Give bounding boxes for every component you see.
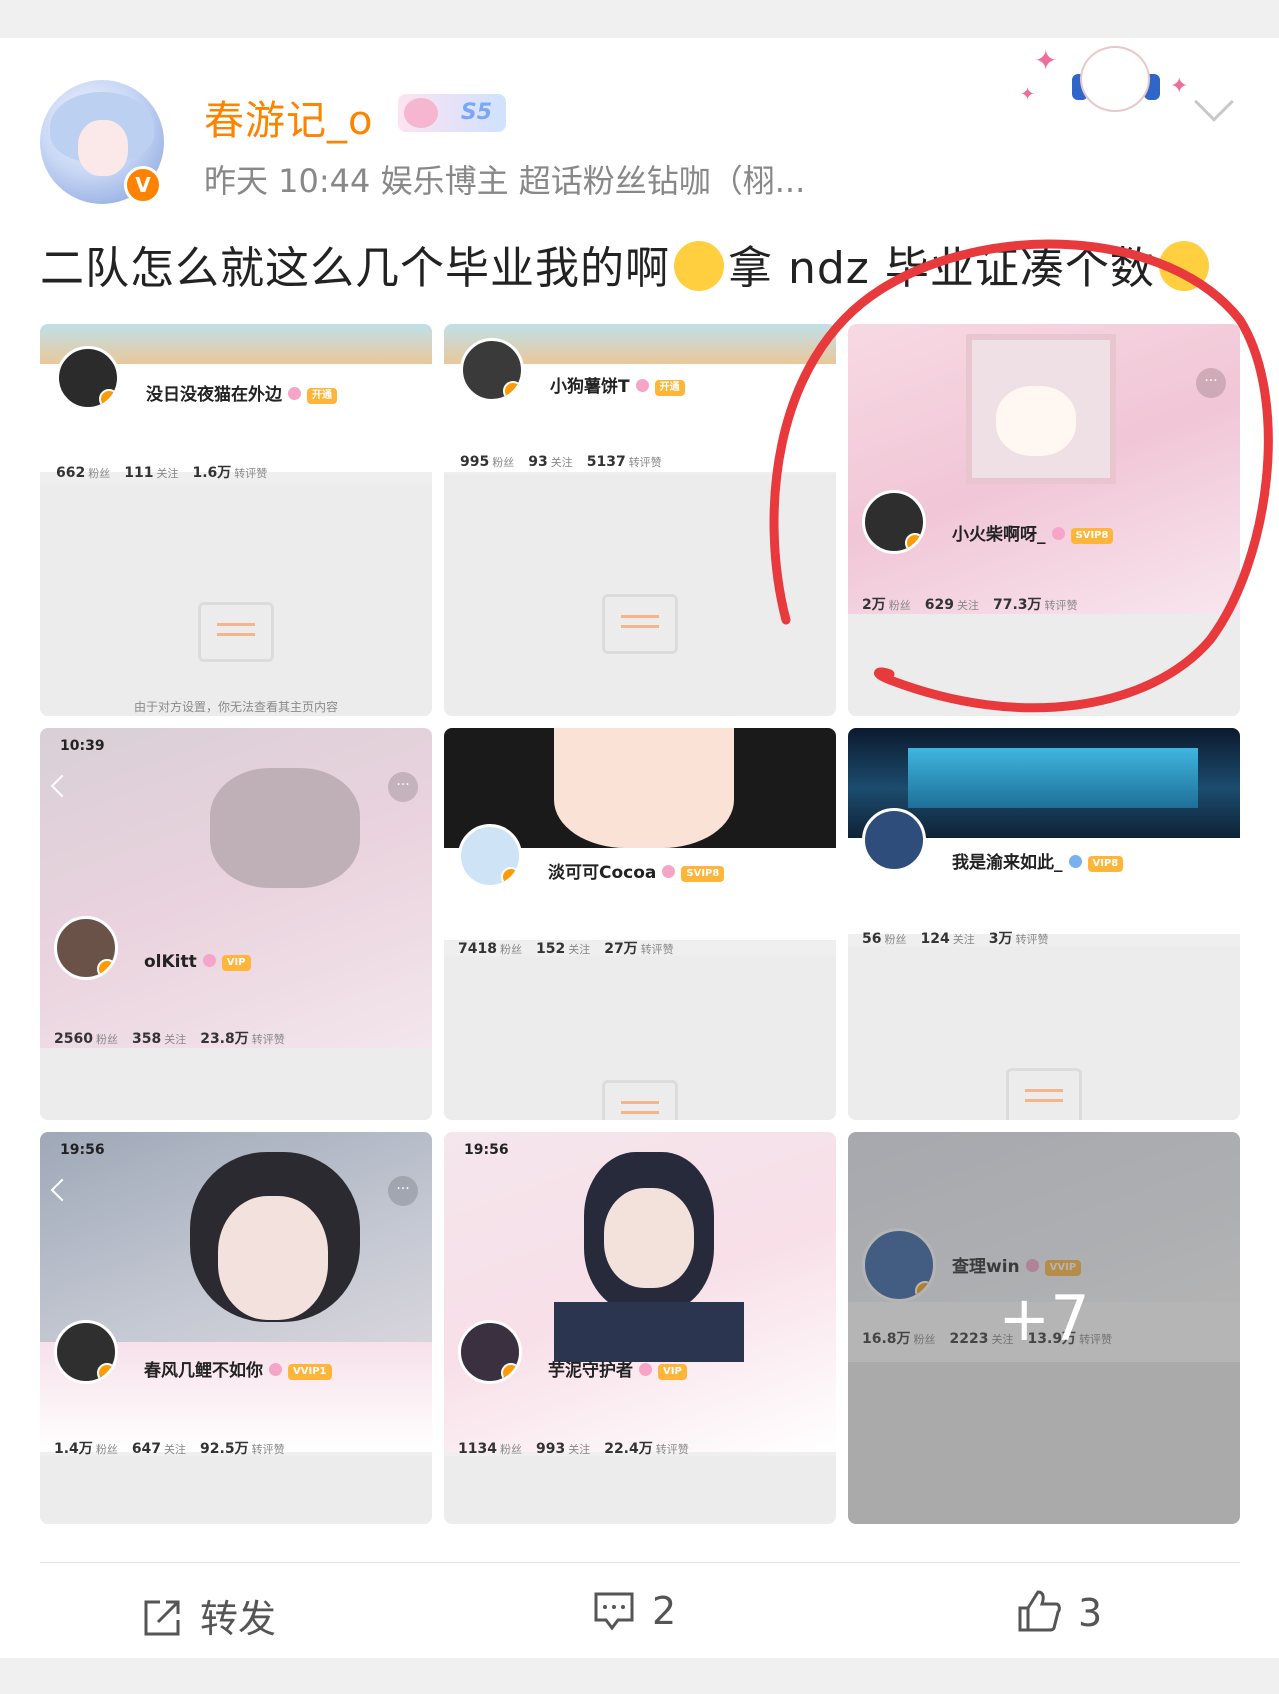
fan-level-badge: S5 — [398, 94, 506, 132]
repost-icon — [144, 1600, 180, 1636]
tile-username: 小火柴啊呀_ SVIP8 — [952, 520, 1114, 545]
tile-avatar — [460, 338, 524, 402]
hamster-illustration — [996, 386, 1076, 456]
cartoon-face — [554, 728, 734, 848]
empty-content-icon — [602, 594, 678, 654]
tile-avatar — [54, 916, 118, 980]
portrait-face — [218, 1196, 328, 1320]
pig-icon — [404, 98, 438, 128]
status-time: 10:39 — [60, 738, 105, 754]
post-meta: 昨天 10:44 娱乐博主 超话粉丝钻咖（栩... — [204, 162, 806, 200]
tile-username: 小狗薯饼T 开通 — [550, 372, 685, 397]
tile-stats: 2560 粉丝 358 关注 23.8万 转评赞 — [54, 1031, 285, 1047]
image-tile-5[interactable]: 淡可可Cocoa SVIP8 7418 粉丝 152 关注 27万 转评赞 — [444, 728, 836, 1120]
tile-username: 淡可可Cocoa SVIP8 — [548, 858, 725, 883]
tile-username: 芋泥守护者 VIP — [548, 1356, 687, 1381]
image-tile-4[interactable]: 10:39 ··· olKitt VIP 2560 粉丝 358 关注 23.8万 转评赞 — [40, 728, 432, 1120]
repost-button[interactable]: 转发 — [140, 1588, 276, 1644]
portrait-suit — [554, 1302, 744, 1362]
tile-stats: 662 粉丝 111 关注 1.6万 转评赞 — [56, 465, 268, 481]
more-icon: ··· — [1196, 368, 1226, 398]
tile-avatar — [458, 1320, 522, 1384]
bottom-gap — [0, 1658, 1279, 1694]
repost-label: 转发 — [200, 1597, 277, 1641]
status-time: 19:56 — [60, 1142, 105, 1158]
tile-avatar — [54, 1320, 118, 1384]
post-text-part1: 二队怎么就这么几个毕业我的啊 — [40, 243, 670, 294]
tile-avatar — [862, 808, 926, 872]
post-text-part2: 拿 ndz 毕业证凑个数 — [728, 243, 1155, 294]
tile-username: 春风几鲤不如你 VVIP1 — [144, 1356, 332, 1381]
tile-username: 我是渝来如此_ VIP8 — [952, 848, 1124, 873]
image-tile-1[interactable]: 没日没夜猫在外边 开通 662 粉丝 111 关注 1.6万 转评赞 由于对方设置，你无法查… — [40, 324, 432, 716]
comment-count: 2 — [652, 1589, 677, 1633]
tile-stats: 1134 粉丝 993 关注 22.4万 转评赞 — [458, 1441, 689, 1457]
stage-photo — [908, 748, 1198, 808]
image-tile-7[interactable]: 19:56 ··· 春风几鲤不如你 VVIP1 1.4万 粉丝 647 关注 92.5万转… — [40, 1132, 432, 1524]
verified-icon: V — [124, 166, 162, 204]
thinking-emoji-icon — [1158, 241, 1209, 291]
image-tile-3[interactable]: ··· 小火柴啊呀_ SVIP8 2万 粉丝 629 关注 77.3万 转评赞 — [848, 324, 1240, 716]
empty-content-icon — [602, 1080, 678, 1120]
empty-content-icon — [1006, 1068, 1082, 1120]
tile-stats: 7418 粉丝 152 关注 27万 转评赞 — [458, 941, 674, 957]
empty-content-icon — [198, 602, 274, 662]
smirk-emoji-icon — [674, 241, 724, 291]
status-time: 19:56 — [464, 1142, 509, 1158]
more-icon: ··· — [388, 772, 418, 802]
like-icon — [1018, 1590, 1061, 1632]
image-tile-2[interactable]: 小狗薯饼T 开通 995 粉丝 93 关注 5137 转评赞 — [444, 324, 836, 716]
decor-sticker: ✦ ✦ ✦ — [1020, 44, 1190, 124]
more-icon: ··· — [388, 1176, 418, 1206]
comment-icon — [594, 1592, 634, 1631]
tile-stats: 56 粉丝 124 关注 3万 转评赞 — [862, 931, 1049, 947]
privacy-note: 由于对方设置，你无法查看其主页内容 — [133, 700, 338, 714]
like-button[interactable]: 3 — [1016, 1588, 1102, 1644]
tile-avatar — [862, 490, 926, 554]
more-images-count[interactable]: +7 — [848, 1282, 1240, 1355]
author-name[interactable]: 春游记_o — [204, 88, 373, 146]
top-gap — [0, 0, 1279, 38]
like-count: 3 — [1078, 1591, 1103, 1635]
tile-avatar — [458, 824, 522, 888]
tile-stats: 995 粉丝 93 关注 5137 转评赞 — [460, 454, 662, 470]
tile-avatar — [56, 346, 120, 410]
image-tile-8[interactable]: 19:56 芋泥守护者 VIP 1134 粉丝 993 关注 22.4万 转评赞 — [444, 1132, 836, 1524]
comment-button[interactable]: 2 — [592, 1588, 676, 1644]
tile-stats: 2万 粉丝 629 关注 77.3万 转评赞 — [862, 597, 1078, 613]
image-tile-6[interactable]: 我是渝来如此_ VIP8 56 粉丝 124 关注 3万 转评赞 — [848, 728, 1240, 1120]
action-divider — [40, 1562, 1240, 1563]
photo-subjects — [210, 768, 360, 888]
tile-username: 没日没夜猫在外边 开通 — [146, 380, 337, 405]
post-text: 二队怎么就这么几个毕业我的啊 拿 ndz 毕业证凑个数 — [40, 232, 1213, 296]
fan-level-text: S5 — [460, 100, 492, 125]
image-tile-9[interactable]: 查理win VVIP 16.8万 粉丝 2223 关注 13.9万 转评赞 +7 — [848, 1132, 1240, 1524]
tile-stats: 1.4万 粉丝 647 关注 92.5万 转评赞 — [54, 1441, 285, 1457]
tile-username: olKitt VIP — [144, 952, 251, 972]
portrait-face — [604, 1188, 694, 1288]
